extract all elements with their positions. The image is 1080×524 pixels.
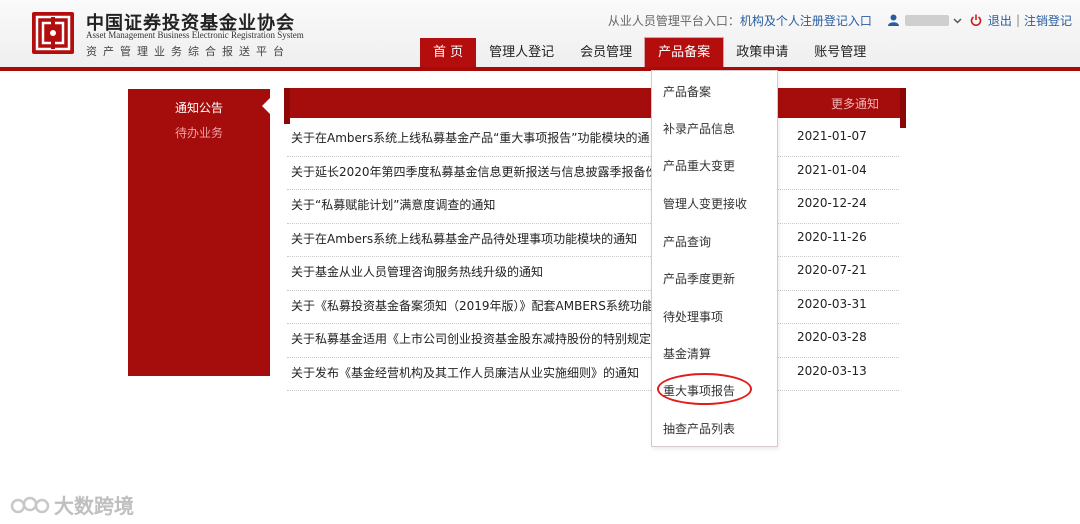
- association-logo-icon: [32, 12, 74, 54]
- highlight-circle: [657, 373, 752, 405]
- news-date: 2020-12-24: [797, 196, 867, 210]
- list-item[interactable]: 关于“私募赋能计划”满意度调查的通知 2020-12-24: [287, 190, 899, 224]
- news-date: 2020-03-13: [797, 363, 867, 378]
- notices-header-bar: 更多通知: [284, 88, 906, 128]
- list-item[interactable]: 关于基金从业人员管理咨询服务热线升级的通知 2020-07-21: [287, 257, 899, 291]
- sidebar: 通知公告 待办业务: [128, 89, 270, 376]
- menu-item-product-filing[interactable]: 产品备案: [663, 83, 711, 100]
- list-item[interactable]: 关于在Ambers系统上线私募基金产品待处理事项功能模块的通知 2020-11-…: [287, 224, 899, 257]
- menu-item-pending-items[interactable]: 待处理事项: [663, 308, 723, 325]
- nav-product-filing[interactable]: 产品备案: [644, 37, 725, 69]
- bar-right-tab: [900, 88, 906, 128]
- logout-link[interactable]: 退出: [988, 12, 1012, 29]
- menu-item-fund-liquidation[interactable]: 基金清算: [663, 345, 711, 362]
- watermark-logo-icon: [10, 496, 50, 513]
- menu-item-spot-check-list[interactable]: 抽查产品列表: [663, 420, 735, 437]
- main-nav: 首 页 管理人登记 会员管理 产品备案 政策申请 账号管理: [420, 37, 879, 69]
- list-item[interactable]: 关于《私募投资基金备案须知（2019年版）》配套AMBERS系统功能 2020-…: [287, 291, 899, 324]
- news-title[interactable]: 关于私募基金适用《上市公司创业投资基金股东减持股份的特别规定(: [291, 330, 651, 347]
- nav-home[interactable]: 首 页: [420, 38, 477, 68]
- user-icon: [887, 14, 899, 26]
- topbar: 从业人员管理平台入口： 机构及个人注册登记入口 退出 | 注销登记: [608, 11, 1072, 29]
- register-link[interactable]: 机构及个人注册登记入口: [740, 12, 872, 29]
- nav-manager-registration[interactable]: 管理人登记: [476, 38, 567, 68]
- menu-item-manager-change[interactable]: 管理人变更接收: [663, 195, 747, 212]
- news-date: 2020-03-28: [797, 330, 867, 344]
- more-notices-link[interactable]: 更多通知: [831, 95, 879, 112]
- watermark-text: 大数跨境: [54, 494, 134, 518]
- chevron-down-icon[interactable]: [953, 16, 962, 25]
- deregister-link[interactable]: 注销登记: [1024, 12, 1072, 29]
- news-title[interactable]: 关于延长2020年第四季度私募基金信息更新报送与信息披露季报备份: [291, 163, 651, 180]
- list-item[interactable]: 关于延长2020年第四季度私募基金信息更新报送与信息披露季报备份 2021-01…: [287, 157, 899, 190]
- news-title[interactable]: 关于《私募投资基金备案须知（2019年版）》配套AMBERS系统功能: [291, 297, 651, 314]
- menu-item-supplement-info[interactable]: 补录产品信息: [663, 120, 735, 137]
- logo-english: Asset Management Business Electronic Reg…: [86, 30, 304, 40]
- news-title[interactable]: 关于基金从业人员管理咨询服务热线升级的通知: [291, 263, 651, 280]
- username-redacted[interactable]: [904, 14, 949, 26]
- news-date: 2020-03-31: [797, 296, 867, 311]
- news-date: 2020-07-21: [797, 263, 867, 277]
- product-filing-dropdown: 产品备案 补录产品信息 产品重大变更 管理人变更接收 产品查询 产品季度更新 待…: [651, 70, 778, 447]
- menu-item-product-query[interactable]: 产品查询: [663, 233, 711, 250]
- news-title[interactable]: 关于“私募赋能计划”满意度调查的通知: [291, 196, 651, 213]
- news-date: 2020-11-26: [797, 229, 867, 244]
- news-title[interactable]: 关于在Ambers系统上线私募基金产品待处理事项功能模块的通知: [291, 230, 651, 247]
- nav-policy-application[interactable]: 政策申请: [723, 38, 801, 68]
- nav-account-management[interactable]: 账号管理: [801, 38, 879, 68]
- menu-item-quarterly-update[interactable]: 产品季度更新: [663, 270, 735, 287]
- power-icon: [970, 14, 982, 26]
- news-title[interactable]: 关于发布《基金经营机构及其工作人员廉洁从业实施细则》的通知: [291, 364, 651, 381]
- bar-left-tab: [284, 88, 290, 124]
- news-title[interactable]: 关于在Ambers系统上线私募基金产品“重大事项报告”功能模块的通: [291, 129, 651, 146]
- news-date: 2021-01-04: [797, 162, 867, 177]
- news-list: 关于在Ambers系统上线私募基金产品“重大事项报告”功能模块的通 2021-0…: [287, 123, 899, 391]
- sidebar-item-todo[interactable]: 待办业务: [175, 124, 223, 141]
- active-indicator: [262, 98, 270, 114]
- watermark: 大数跨境: [10, 490, 134, 519]
- header: 中国证券投资基金业协会 Asset Management Business El…: [0, 0, 1080, 70]
- list-item[interactable]: 关于私募基金适用《上市公司创业投资基金股东减持股份的特别规定( 2020-03-…: [287, 324, 899, 358]
- list-item[interactable]: 关于发布《基金经营机构及其工作人员廉洁从业实施细则》的通知 2020-03-13: [287, 358, 899, 391]
- news-date: 2021-01-07: [797, 129, 867, 143]
- logo-subtitle: 资产管理业务综合报送平台: [86, 45, 290, 58]
- list-item[interactable]: 关于在Ambers系统上线私募基金产品“重大事项报告”功能模块的通 2021-0…: [287, 123, 899, 157]
- header-divider: [0, 67, 1080, 71]
- menu-item-major-change[interactable]: 产品重大变更: [663, 157, 735, 174]
- nav-member-management[interactable]: 会员管理: [567, 38, 645, 68]
- separator: |: [1015, 13, 1020, 27]
- sidebar-item-notices[interactable]: 通知公告: [175, 99, 223, 116]
- entry-label: 从业人员管理平台入口：: [607, 13, 740, 28]
